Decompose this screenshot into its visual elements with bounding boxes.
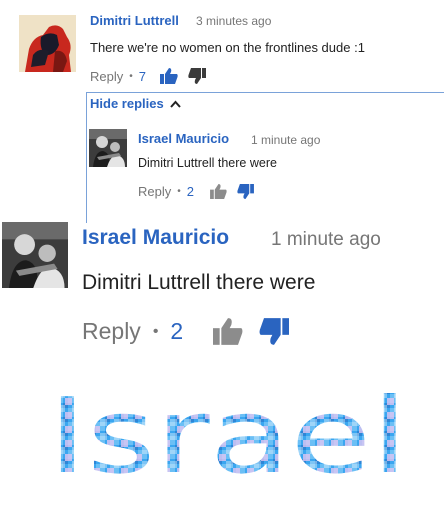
separator-dot: • [177, 186, 181, 197]
zoomed-reply-action-bar: Reply • 2 [82, 318, 290, 345]
thumbs-down-icon[interactable] [188, 68, 206, 84]
hide-replies-label: Hide replies [90, 96, 164, 111]
comment-action-bar: Reply • 7 [90, 68, 206, 84]
zoomed-reply-text: Dimitri Luttrell there were [82, 271, 316, 294]
chevron-up-icon [169, 96, 181, 111]
thumbs-up-icon[interactable] [160, 68, 178, 84]
reply-action-bar: Reply • 2 [138, 184, 254, 199]
thumbs-down-icon[interactable] [237, 184, 254, 199]
zoomed-reply-timestamp[interactable]: 1 minute ago [271, 229, 381, 251]
reply-like-count: 2 [186, 184, 194, 199]
comment-timestamp[interactable]: 3 minutes ago [196, 14, 271, 28]
pixelated-name-graphic: Israel [44, 384, 414, 484]
reply-timestamp[interactable]: 1 minute ago [251, 133, 320, 147]
thumbs-down-icon[interactable] [259, 318, 290, 345]
separator-dot: • [129, 70, 133, 82]
comment-author[interactable]: Dimitri Luttrell [90, 13, 179, 28]
separator-dot: • [152, 322, 159, 340]
avatar-dimitri[interactable] [19, 15, 76, 72]
avatar-israel-zoomed[interactable] [2, 222, 68, 288]
like-count: 7 [138, 68, 146, 84]
zoomed-reply-button[interactable]: Reply [82, 318, 141, 345]
comment-text: There we're no women on the frontlines d… [90, 40, 365, 55]
thumbs-up-icon[interactable] [213, 318, 243, 345]
hide-replies-button[interactable]: Hide replies [90, 96, 185, 111]
avatar-israel[interactable] [89, 129, 127, 167]
pixelated-word: Israel [48, 384, 408, 484]
reply-author[interactable]: Israel Mauricio [138, 131, 229, 146]
reply-text: Dimitri Luttrell there were [138, 156, 277, 170]
zoomed-like-count: 2 [170, 318, 184, 344]
reply-reply-button[interactable]: Reply [138, 184, 171, 199]
zoomed-reply-author[interactable]: Israel Mauricio [82, 226, 229, 250]
reply-button[interactable]: Reply [90, 69, 123, 84]
thumbs-up-icon[interactable] [210, 184, 227, 199]
